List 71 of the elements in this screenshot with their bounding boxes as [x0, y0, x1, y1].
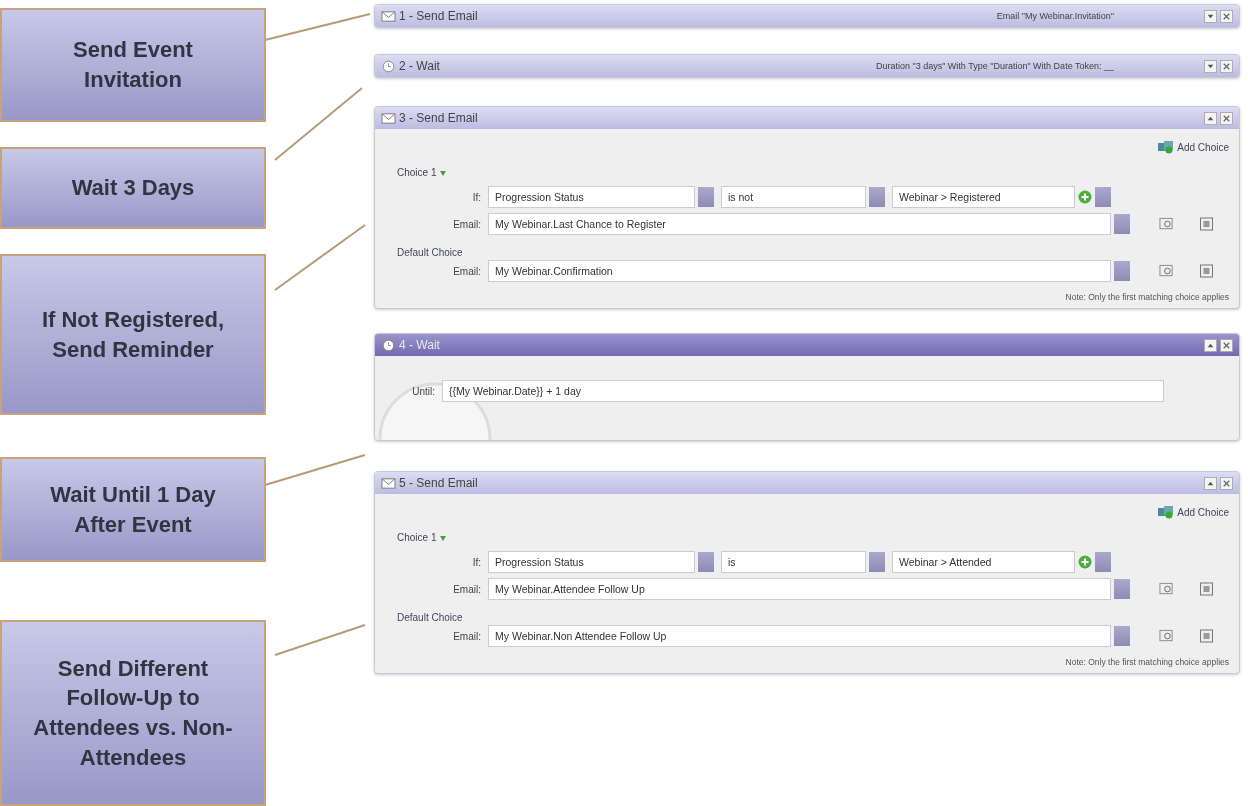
- attribute-select[interactable]: Progression Status: [488, 551, 695, 573]
- field-label: Email:: [452, 630, 482, 642]
- callout-label: If Not Registered, Send Reminder: [0, 253, 266, 416]
- caret-icon[interactable]: [439, 533, 448, 542]
- choice-label: Choice 1: [397, 167, 437, 178]
- note-text: Note: Only the first matching choice applies: [1064, 657, 1229, 667]
- operator-select[interactable]: is not: [721, 186, 866, 208]
- close-icon[interactable]: [1220, 338, 1233, 352]
- note-text: Note: Only the first matching choice applies: [1064, 292, 1229, 302]
- caret-icon[interactable]: [1204, 9, 1217, 23]
- delete-icon[interactable]: [1199, 217, 1214, 231]
- add-icon[interactable]: [1078, 555, 1092, 569]
- caret-icon[interactable]: [439, 168, 448, 177]
- callout-label: Send Event Invitation: [0, 8, 266, 122]
- step-title: 4 - Wait: [399, 338, 440, 352]
- caret-icon[interactable]: [1204, 111, 1217, 125]
- preview-icon[interactable]: [1159, 629, 1174, 643]
- step-header[interactable]: 5 - Send Email: [375, 472, 1239, 494]
- until-field[interactable]: {{My Webinar.Date}} + 1 day: [442, 380, 1164, 402]
- delete-icon[interactable]: [1199, 629, 1214, 643]
- delete-icon[interactable]: [1199, 582, 1214, 596]
- add-choice-icon: [1157, 505, 1176, 519]
- step-header[interactable]: 1 - Send Email Email "My Webinar.Invitation": [375, 5, 1239, 27]
- field-label: If:: [471, 191, 482, 203]
- value-select[interactable]: Webinar > Attended: [892, 551, 1075, 573]
- default-choice-label: Default Choice: [397, 612, 464, 623]
- step-summary: Duration "3 days" With Type "Duration" With Date Token: __: [875, 61, 1114, 71]
- step-header[interactable]: 2 - Wait Duration "3 days" With Type "Duration" With Date Token: __: [375, 55, 1239, 77]
- close-icon[interactable]: [1220, 59, 1233, 73]
- caret-icon[interactable]: [1204, 59, 1217, 73]
- email-select[interactable]: My Webinar.Confirmation: [488, 260, 1111, 282]
- close-icon[interactable]: [1220, 111, 1233, 125]
- clock-icon: [381, 338, 396, 352]
- close-icon[interactable]: [1220, 9, 1233, 23]
- close-icon[interactable]: [1220, 476, 1233, 490]
- callout-label: Send Different Follow-Up to Attendees vs. Non-Attendees: [0, 620, 266, 806]
- delete-icon[interactable]: [1199, 264, 1214, 278]
- choice-label: Choice 1: [397, 532, 437, 543]
- step-header[interactable]: 3 - Send Email: [375, 107, 1239, 129]
- preview-icon[interactable]: [1159, 217, 1174, 231]
- email-select[interactable]: My Webinar.Non Attendee Follow Up: [488, 625, 1111, 647]
- add-choice-icon: [1157, 140, 1176, 154]
- field-label: Email:: [452, 265, 482, 277]
- add-icon[interactable]: [1078, 190, 1092, 204]
- operator-select[interactable]: is: [721, 551, 866, 573]
- step-title: 1 - Send Email: [399, 9, 478, 23]
- add-choice-link[interactable]: Add Choice: [1157, 505, 1229, 519]
- field-label: Email:: [452, 218, 482, 230]
- value-select[interactable]: Webinar > Registered: [892, 186, 1075, 208]
- email-select[interactable]: My Webinar.Last Chance to Register: [488, 213, 1111, 235]
- envelope-icon: [381, 111, 396, 125]
- step-summary: Email "My Webinar.Invitation": [996, 11, 1114, 21]
- attribute-select[interactable]: Progression Status: [488, 186, 695, 208]
- field-label: Email:: [452, 583, 482, 595]
- field-label: If:: [471, 556, 482, 568]
- callout-label: Wait Until 1 Day After Event: [0, 457, 266, 563]
- envelope-icon: [381, 476, 396, 490]
- caret-icon[interactable]: [1204, 338, 1217, 352]
- callout-label: Wait 3 Days: [0, 146, 266, 229]
- step-title: 5 - Send Email: [399, 476, 478, 490]
- caret-icon[interactable]: [1204, 476, 1217, 490]
- envelope-icon: [381, 9, 396, 23]
- clock-icon: [381, 59, 396, 73]
- field-label: Until:: [411, 385, 436, 397]
- step-title: 3 - Send Email: [399, 111, 478, 125]
- preview-icon[interactable]: [1159, 582, 1174, 596]
- default-choice-label: Default Choice: [397, 247, 464, 258]
- preview-icon[interactable]: [1159, 264, 1174, 278]
- add-choice-link[interactable]: Add Choice: [1157, 140, 1229, 154]
- step-title: 2 - Wait: [399, 59, 440, 73]
- email-select[interactable]: My Webinar.Attendee Follow Up: [488, 578, 1111, 600]
